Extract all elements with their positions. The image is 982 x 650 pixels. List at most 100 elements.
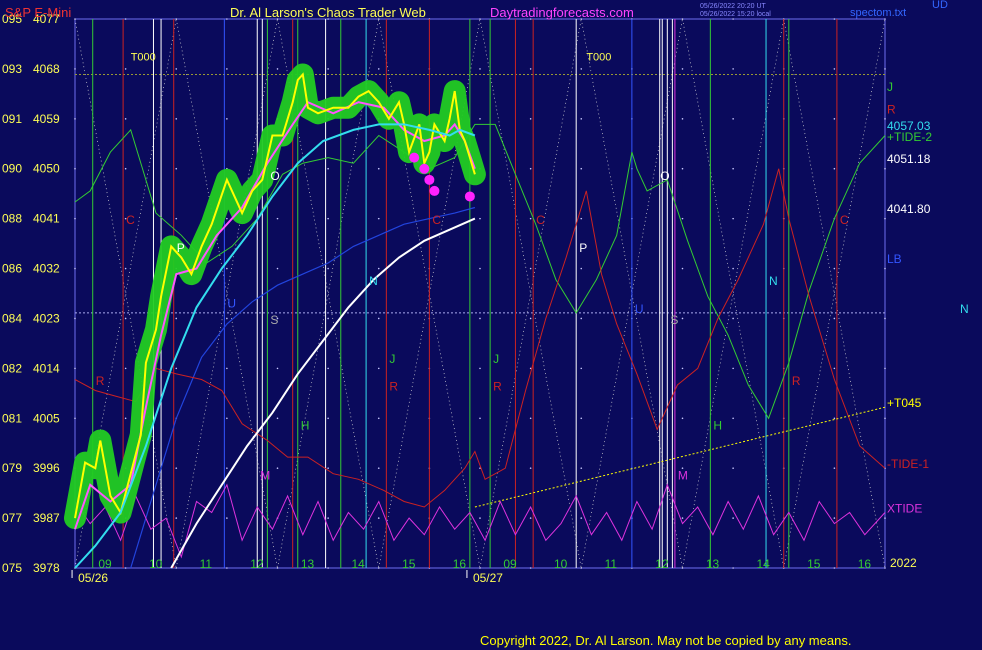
grid-dot: [327, 367, 329, 370]
planet-label: R: [493, 380, 502, 394]
grid-dot: [580, 367, 583, 370]
grid-dot: [327, 317, 329, 320]
grid-dot: [327, 467, 329, 469]
grid-dot: [124, 367, 127, 370]
grid-dot: [529, 167, 532, 170]
grid-dot: [377, 267, 380, 270]
grid-dot: [884, 317, 886, 320]
grid-dot: [580, 217, 583, 220]
planet-label: J: [493, 352, 499, 366]
y-tick-price: 4032: [33, 262, 60, 276]
y-tick-price: 4005: [33, 411, 60, 425]
grid-dot: [74, 68, 76, 70]
x-tick-label: 16: [453, 557, 467, 571]
signal-dot: [424, 174, 435, 185]
y-tick-left: 081: [2, 411, 22, 425]
grid-dot: [732, 317, 734, 320]
grid-dot: [681, 517, 684, 519]
x-tick-label: 14: [756, 557, 770, 571]
y-tick-price: 4023: [33, 311, 60, 325]
grid-dot: [732, 517, 734, 519]
grid-dot: [124, 567, 127, 569]
planet-label: H: [301, 418, 310, 432]
planet-label: N: [769, 274, 778, 288]
grid-dot: [732, 567, 734, 569]
grid-dot: [833, 18, 836, 20]
grid-dot: [580, 517, 583, 519]
grid-dot: [226, 267, 228, 270]
grid-dot: [580, 167, 583, 170]
planet-label: S: [270, 313, 278, 327]
x-tick-label: 13: [301, 557, 315, 571]
planet-label: C: [536, 213, 545, 227]
grid-dot: [833, 367, 836, 370]
grid-dot: [529, 567, 532, 569]
right-label: 4041.80: [887, 202, 931, 216]
grid-dot: [124, 18, 127, 20]
y-tick-price: 3996: [33, 461, 60, 475]
grid-dot: [74, 167, 76, 170]
grid-dot: [226, 367, 228, 370]
grid-dot: [833, 267, 836, 270]
y-tick-price: 4068: [33, 62, 60, 76]
grid-dot: [276, 217, 279, 220]
y-tick-price: 3987: [33, 511, 60, 525]
grid-dot: [377, 467, 380, 469]
x-tick-label: 16: [858, 557, 872, 571]
grid-dot: [226, 517, 228, 519]
grid-dot: [833, 167, 836, 170]
grid-dot: [175, 467, 178, 469]
chart-title: Dr. Al Larson's Chaos Trader Web: [230, 5, 426, 20]
grid-dot: [833, 567, 836, 569]
x-tick-label: 10: [554, 557, 568, 571]
planet-label: P: [579, 241, 587, 255]
grid-dot: [276, 68, 279, 70]
y-tick-price: 4041: [33, 212, 60, 226]
grid-dot: [124, 417, 127, 420]
y-tick-left: 079: [2, 461, 22, 475]
planet-label: S: [670, 313, 678, 327]
grid-dot: [276, 367, 279, 370]
grid-dot: [377, 68, 380, 70]
grid-dot: [833, 317, 836, 320]
grid-dot: [327, 167, 329, 170]
grid-dot: [327, 68, 329, 70]
y-tick-price: 4050: [33, 162, 60, 176]
x-tick-label: 09: [503, 557, 517, 571]
x-tick-label: 14: [351, 557, 365, 571]
grid-dot: [226, 567, 228, 569]
grid-dot: [884, 68, 886, 70]
grid-dot: [529, 68, 532, 70]
grid-dot: [226, 467, 228, 469]
timestamp-local: 05/26/2022 15:20 local: [700, 11, 771, 18]
planet-label: C: [126, 213, 135, 227]
planet-label: O: [660, 169, 669, 183]
grid-dot: [580, 267, 583, 270]
right-label: R: [887, 102, 896, 116]
grid-dot: [884, 118, 886, 120]
right-label: LB: [887, 252, 902, 266]
grid-dot: [276, 417, 279, 420]
grid-dot: [226, 317, 228, 320]
grid-dot: [529, 317, 532, 320]
x-tick-label: 12: [250, 557, 264, 571]
right-label: +T045: [887, 396, 922, 410]
x-tick-label: 11: [605, 557, 618, 571]
grid-dot: [884, 217, 886, 220]
site-link[interactable]: Daytradingforecasts.com: [490, 5, 634, 20]
grid-dot: [833, 68, 836, 70]
y-tick-left: 082: [2, 361, 22, 375]
chaos-chart: T000 T000RCPUOSHMNJRCJRCPUOSMHNRC095 40770…: [0, 0, 982, 650]
planet-label: M: [678, 468, 688, 482]
grid-dot: [74, 317, 76, 320]
grid-dot: [681, 68, 684, 70]
y-tick-left: 086: [2, 262, 22, 276]
grid-dot: [580, 118, 583, 120]
grid-dot: [377, 367, 380, 370]
date-label: 05/27: [473, 571, 503, 585]
y-tick-price: 4014: [33, 361, 60, 375]
grid-dot: [732, 467, 734, 469]
grid-dot: [479, 217, 481, 220]
grid-dot: [175, 68, 178, 70]
y-tick-left: 077: [2, 511, 22, 525]
